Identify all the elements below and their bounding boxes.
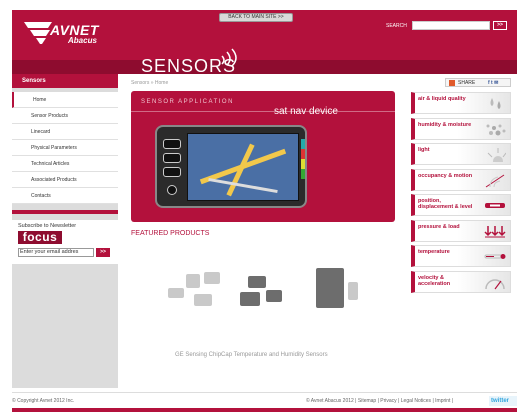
category-label: velocity & acceleration — [418, 274, 451, 287]
footer-divider — [12, 392, 517, 393]
left-sidebar: Sensors Home Sensor Products Linecard Ph… — [12, 74, 118, 388]
moisture-dots-icon — [486, 124, 506, 135]
banner-subtitle: SENSOR APPLICATION — [141, 99, 234, 105]
slider-icon — [485, 203, 505, 208]
banner-divider — [131, 111, 395, 112]
featured-product-image[interactable] — [148, 246, 388, 338]
breadcrumb[interactable]: Sensors » Home — [131, 80, 168, 86]
share-label: SHARE — [458, 80, 476, 86]
subscribe-go-button[interactable]: >> — [96, 248, 110, 257]
speedometer-icon — [485, 278, 505, 289]
chipcap-sensor-image — [194, 294, 212, 306]
chipcap-sensor-image — [204, 272, 220, 284]
category-list: air & liquid quality humidity & moisture… — [411, 92, 511, 296]
category-label: pressure & load — [418, 223, 460, 230]
chipcap-sensor-image — [240, 292, 260, 306]
sidebar-item-contacts[interactable]: Contacts — [12, 188, 118, 204]
sidebar-item-physical-parameters[interactable]: Physical Parameters — [12, 140, 118, 156]
sidebar-item-linecard[interactable]: Linecard — [12, 124, 118, 140]
gps-power-icon — [167, 185, 177, 195]
footer-links[interactable]: © Avnet Abacus 2012 | Sitemap | Privacy … — [306, 398, 453, 404]
gps-map-screen — [187, 133, 299, 201]
sidebar-item-associated-products[interactable]: Associated Products — [12, 172, 118, 188]
chipcap-sensor-image — [266, 290, 282, 302]
back-to-main-site-button[interactable]: BACK TO MAIN SITE >> — [219, 13, 293, 22]
category-humidity-moisture[interactable]: humidity & moisture — [411, 117, 511, 140]
featured-product-caption[interactable]: GE Sensing ChipCap Temperature and Humid… — [175, 352, 328, 358]
search-input[interactable] — [412, 21, 490, 30]
search-go-button[interactable]: >> — [493, 21, 507, 30]
category-label: occupancy & motion — [418, 172, 473, 179]
chipcap-sensor-image — [248, 276, 266, 288]
focus-newsletter-logo: focus — [18, 231, 62, 244]
banner-title: sat nav device — [274, 106, 338, 117]
gps-button-icon — [163, 153, 181, 163]
wireless-wave-icon — [221, 48, 237, 66]
sidebar-item-technical-articles[interactable]: Technical Articles — [12, 156, 118, 172]
chipcap-sensor-image — [316, 268, 344, 308]
sensor-application-banner[interactable]: SENSOR APPLICATION sat nav device — [131, 91, 395, 222]
sidebar-divider — [12, 210, 118, 214]
category-air-liquid-quality[interactable]: air & liquid quality — [411, 92, 511, 114]
social-icons[interactable]: f t ✉ — [488, 80, 498, 86]
category-velocity-acceleration[interactable]: velocity & acceleration — [411, 270, 511, 293]
twitter-button[interactable]: twitter — [489, 396, 517, 406]
sidebar-nav: Home Sensor Products Linecard Physical P… — [12, 92, 118, 204]
category-light[interactable]: light — [411, 143, 511, 165]
category-temperature[interactable]: temperature — [411, 245, 511, 267]
gps-color-stripe — [301, 139, 305, 179]
sidebar-item-home[interactable]: Home — [12, 92, 118, 108]
share-button[interactable]: SHARE f t ✉ — [445, 78, 511, 87]
category-pressure-load[interactable]: pressure & load — [411, 219, 511, 242]
category-label: air & liquid quality — [418, 96, 466, 102]
sidebar-item-sensor-products[interactable]: Sensor Products — [12, 108, 118, 124]
category-occupancy-motion[interactable]: occupancy & motion — [411, 168, 511, 191]
chipcap-sensor-image — [168, 288, 184, 298]
footer-bar — [12, 408, 517, 412]
newsletter-box: Subscribe to Newsletter focus Enter your… — [12, 220, 118, 264]
page: BACK TO MAIN SITE >> AVNET Abacus SEARCH… — [0, 0, 517, 412]
category-label: humidity & moisture — [418, 121, 472, 128]
sidebar-heading[interactable]: Sensors — [12, 74, 118, 88]
subscribe-label: Subscribe to Newsletter — [18, 223, 77, 229]
chipcap-sensor-image — [348, 282, 358, 300]
email-field[interactable]: Enter your email addres — [18, 248, 94, 257]
map-road — [208, 177, 278, 194]
pressure-arrows-icon — [484, 225, 506, 237]
droplets-icon — [490, 98, 501, 109]
sun-icon — [487, 148, 506, 162]
copyright-text: © Copyright Avnet 2012 Inc. — [12, 398, 75, 404]
featured-products-heading: FEATURED PRODUCTS — [131, 230, 210, 237]
category-position-displacement-level[interactable]: position, displacement & level — [411, 194, 511, 216]
gps-button-icon — [163, 139, 181, 149]
category-label: temperature — [418, 249, 450, 255]
search-label: SEARCH — [386, 23, 407, 29]
category-label: position, displacement & level — [418, 198, 473, 210]
chipcap-sensor-image — [186, 274, 200, 288]
share-plus-icon — [449, 80, 455, 86]
motion-radar-icon — [485, 174, 505, 187]
sat-nav-device-image — [155, 125, 307, 208]
gps-button-icon — [163, 167, 181, 177]
logo-abacus-text: Abacus — [68, 36, 97, 45]
thermometer-icon — [484, 254, 506, 259]
category-label: light — [418, 147, 430, 153]
